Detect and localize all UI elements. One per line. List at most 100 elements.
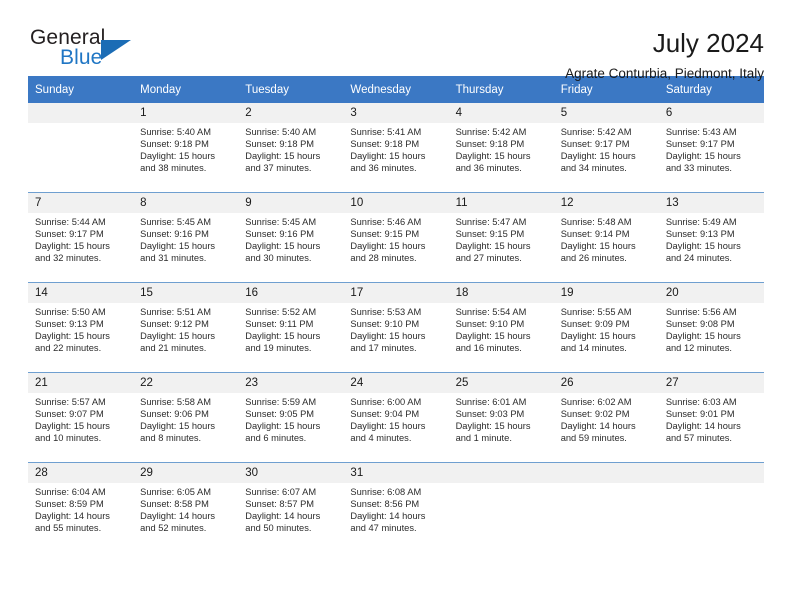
calendar-day-cell[interactable]: 28 Sunrise: 6:04 AM Sunset: 8:59 PM Dayligh…	[28, 462, 134, 552]
calendar-day-cell[interactable]: 6 Sunrise: 5:43 AM Sunset: 9:17 PM Daylight…	[658, 103, 764, 193]
daylight-duration-line2: and 17 minutes.	[350, 343, 417, 354]
calendar-day-cell[interactable]: 22 Sunrise: 5:58 AM Sunset: 9:06 PM Dayligh…	[133, 372, 239, 463]
daylight-duration-line1: Daylight: 15 hours	[665, 151, 741, 162]
calendar-week-row: 21 Sunrise: 5:57 AM Sunset: 9:07 PM Dayligh…	[28, 372, 764, 463]
daylight-duration-line2: and 37 minutes.	[245, 163, 312, 174]
day-number: 31	[343, 463, 449, 483]
daylight-duration-line1: Daylight: 15 hours	[560, 241, 636, 252]
calendar-day-cell[interactable]: 4 Sunrise: 5:42 AM Sunset: 9:18 PM Daylight…	[448, 103, 554, 193]
daylight-duration-line2: and 12 minutes.	[665, 343, 732, 354]
calendar-day-cell[interactable]: 1 Sunrise: 5:40 AM Sunset: 9:18 PM Daylight…	[133, 103, 239, 193]
sunrise-time: Sunrise: 5:40 AM	[245, 127, 317, 137]
daylight-duration-line1: Daylight: 15 hours	[350, 331, 426, 342]
calendar-day-cell[interactable]: 20 Sunrise: 5:56 AM Sunset: 9:08 PM Dayligh…	[658, 282, 764, 373]
sunrise-time: Sunrise: 5:59 AM	[245, 397, 317, 407]
sunset-time: Sunset: 9:07 PM	[35, 409, 104, 420]
day-sun-info: Sunrise: 5:59 AM Sunset: 9:05 PM Daylight:…	[238, 393, 343, 444]
calendar-day-cell[interactable]: 25 Sunrise: 6:01 AM Sunset: 9:03 PM Dayligh…	[448, 372, 554, 463]
day-sun-info: Sunrise: 5:57 AM Sunset: 9:07 PM Daylight:…	[28, 393, 133, 444]
calendar-day-cell[interactable]: 8 Sunrise: 5:45 AM Sunset: 9:16 PM Daylight…	[133, 192, 239, 283]
day-number: 30	[238, 463, 344, 483]
calendar-day-cell[interactable]: 7 Sunrise: 5:44 AM Sunset: 9:17 PM Daylight…	[28, 192, 134, 283]
sunset-time: Sunset: 9:10 PM	[455, 319, 525, 330]
daylight-duration-line1: Daylight: 15 hours	[665, 331, 741, 342]
sunrise-time: Sunrise: 6:01 AM	[455, 397, 527, 407]
sunset-time: Sunset: 9:15 PM	[455, 229, 525, 240]
day-sun-info: Sunrise: 6:02 AM Sunset: 9:02 PM Daylight:…	[554, 393, 659, 444]
calendar-day-cell-empty	[448, 462, 554, 552]
day-sun-info: Sunrise: 5:40 AM Sunset: 9:18 PM Daylight:…	[133, 123, 238, 174]
calendar-day-cell[interactable]: 19 Sunrise: 5:55 AM Sunset: 9:09 PM Dayligh…	[553, 282, 659, 373]
daylight-duration-line2: and 34 minutes.	[560, 163, 627, 174]
sunrise-time: Sunrise: 5:46 AM	[350, 217, 422, 227]
calendar-week-row: 28 Sunrise: 6:04 AM Sunset: 8:59 PM Dayligh…	[28, 462, 764, 552]
calendar-day-cell-empty	[28, 103, 134, 193]
sunset-time: Sunset: 9:13 PM	[665, 229, 735, 240]
calendar-day-cell[interactable]: 2 Sunrise: 5:40 AM Sunset: 9:18 PM Daylight…	[238, 103, 344, 193]
calendar-day-cell[interactable]: 16 Sunrise: 5:52 AM Sunset: 9:11 PM Dayligh…	[238, 282, 344, 373]
calendar-day-cell[interactable]: 10 Sunrise: 5:46 AM Sunset: 9:15 PM Dayligh…	[343, 192, 449, 283]
daylight-duration-line1: Daylight: 15 hours	[455, 331, 531, 342]
daylight-duration-line2: and 33 minutes.	[665, 163, 732, 174]
sunrise-time: Sunrise: 5:47 AM	[455, 217, 527, 227]
day-number: 9	[238, 193, 344, 213]
day-number: 4	[448, 103, 554, 123]
daylight-duration-line2: and 30 minutes.	[245, 253, 312, 264]
calendar-day-cell[interactable]: 14 Sunrise: 5:50 AM Sunset: 9:13 PM Dayligh…	[28, 282, 134, 373]
sunset-time: Sunset: 9:18 PM	[245, 139, 315, 150]
calendar-day-cell[interactable]: 17 Sunrise: 5:53 AM Sunset: 9:10 PM Dayligh…	[343, 282, 449, 373]
calendar-day-cell[interactable]: 9 Sunrise: 5:45 AM Sunset: 9:16 PM Daylight…	[238, 192, 344, 283]
day-number	[28, 103, 134, 123]
calendar-day-cell[interactable]: 24 Sunrise: 6:00 AM Sunset: 9:04 PM Dayligh…	[343, 372, 449, 463]
daylight-duration-line1: Daylight: 15 hours	[350, 151, 426, 162]
daylight-duration-line2: and 10 minutes.	[35, 433, 102, 444]
calendar-day-cell[interactable]: 5 Sunrise: 5:42 AM Sunset: 9:17 PM Daylight…	[553, 103, 659, 193]
daylight-duration-line1: Daylight: 15 hours	[350, 241, 426, 252]
day-number: 8	[133, 193, 239, 213]
calendar-day-cell[interactable]: 26 Sunrise: 6:02 AM Sunset: 9:02 PM Dayligh…	[553, 372, 659, 463]
day-number: 26	[553, 373, 659, 393]
sunset-time: Sunset: 9:05 PM	[245, 409, 315, 420]
day-number: 23	[238, 373, 344, 393]
calendar-day-cell[interactable]: 29 Sunrise: 6:05 AM Sunset: 8:58 PM Dayligh…	[133, 462, 239, 552]
sunset-time: Sunset: 8:56 PM	[350, 499, 420, 510]
day-sun-info: Sunrise: 5:40 AM Sunset: 9:18 PM Daylight:…	[238, 123, 343, 174]
daylight-duration-line1: Daylight: 15 hours	[35, 421, 110, 432]
calendar-day-cell[interactable]: 31 Sunrise: 6:08 AM Sunset: 8:56 PM Dayligh…	[343, 462, 449, 552]
calendar-day-cell[interactable]: 30 Sunrise: 6:07 AM Sunset: 8:57 PM Dayligh…	[238, 462, 344, 552]
day-number: 20	[658, 283, 764, 303]
calendar-day-cell[interactable]: 27 Sunrise: 6:03 AM Sunset: 9:01 PM Dayligh…	[658, 372, 764, 463]
weekday-header-wednesday: Wednesday	[343, 76, 449, 103]
daylight-duration-line2: and 1 minute.	[455, 433, 512, 444]
sunset-time: Sunset: 9:02 PM	[560, 409, 630, 420]
day-number: 21	[28, 373, 134, 393]
daylight-duration-line1: Daylight: 15 hours	[140, 241, 216, 252]
calendar-day-cell[interactable]: 23 Sunrise: 5:59 AM Sunset: 9:05 PM Dayligh…	[238, 372, 344, 463]
sunrise-time: Sunrise: 6:02 AM	[560, 397, 632, 407]
calendar-day-cell[interactable]: 21 Sunrise: 5:57 AM Sunset: 9:07 PM Dayligh…	[28, 372, 134, 463]
day-number: 28	[28, 463, 134, 483]
calendar-day-cell[interactable]: 11 Sunrise: 5:47 AM Sunset: 9:15 PM Dayligh…	[448, 192, 554, 283]
sunrise-time: Sunrise: 5:42 AM	[455, 127, 527, 137]
daylight-duration-line1: Daylight: 15 hours	[245, 421, 321, 432]
calendar-day-cell[interactable]: 13 Sunrise: 5:49 AM Sunset: 9:13 PM Dayligh…	[658, 192, 764, 283]
daylight-duration-line1: Daylight: 15 hours	[140, 331, 216, 342]
day-number: 27	[658, 373, 764, 393]
day-number: 6	[658, 103, 764, 123]
calendar-day-cell[interactable]: 18 Sunrise: 5:54 AM Sunset: 9:10 PM Dayligh…	[448, 282, 554, 373]
sunset-time: Sunset: 9:18 PM	[455, 139, 525, 150]
sunrise-time: Sunrise: 5:58 AM	[140, 397, 211, 407]
daylight-duration-line1: Daylight: 15 hours	[455, 421, 531, 432]
daylight-duration-line1: Daylight: 15 hours	[350, 421, 426, 432]
calendar-day-cell[interactable]: 3 Sunrise: 5:41 AM Sunset: 9:18 PM Daylight…	[343, 103, 449, 193]
daylight-duration-line1: Daylight: 15 hours	[140, 421, 216, 432]
daylight-duration-line2: and 8 minutes.	[140, 433, 202, 444]
calendar-day-cell-empty	[553, 462, 659, 552]
day-number: 17	[343, 283, 449, 303]
calendar-page: General Blue July 2024 Agrate Conturbia,…	[0, 0, 792, 612]
calendar-day-cell[interactable]: 12 Sunrise: 5:48 AM Sunset: 9:14 PM Dayligh…	[553, 192, 659, 283]
sunrise-time: Sunrise: 5:48 AM	[560, 217, 632, 227]
day-sun-info: Sunrise: 5:58 AM Sunset: 9:06 PM Daylight:…	[133, 393, 238, 444]
day-number: 24	[343, 373, 449, 393]
calendar-day-cell[interactable]: 15 Sunrise: 5:51 AM Sunset: 9:12 PM Dayligh…	[133, 282, 239, 373]
